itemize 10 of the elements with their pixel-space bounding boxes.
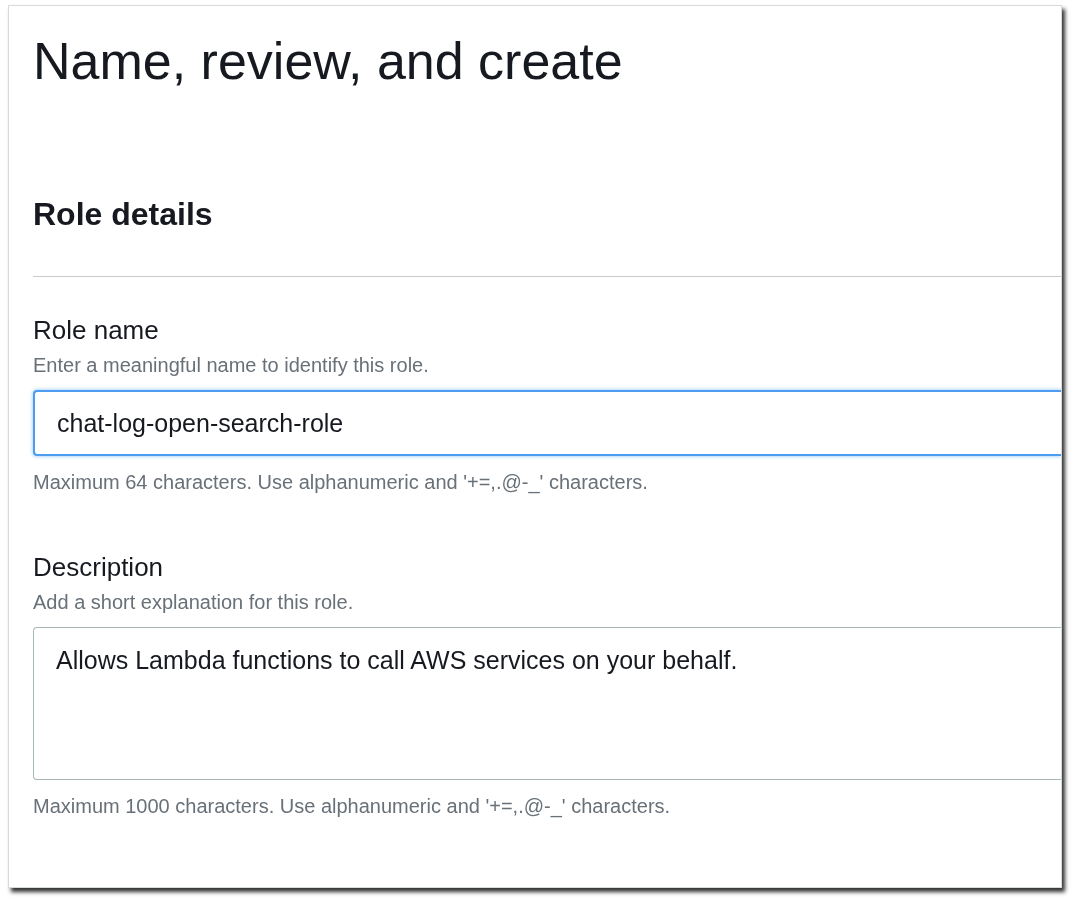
field-label: Role name: [33, 315, 160, 346]
text-input-field[interactable]: chat-log-open-search-role: [33, 390, 1061, 456]
section-title: Role details: [33, 195, 214, 234]
field-label: Description: [33, 552, 165, 583]
page-title: Name, review, and create: [33, 31, 624, 92]
field-hint: Add a short explanation for this role.: [33, 591, 355, 614]
field-constraint: Maximum 64 characters. Use alphanumeric and '+=,.@-_' characters.: [33, 471, 649, 494]
field-hint: Enter a meaningful name to identify this role.: [33, 354, 430, 377]
textarea-field[interactable]: Allows Lambda functions to call AWS services on your behalf.: [33, 627, 1061, 780]
field-constraint: Maximum 1000 characters. Use alphanumeric and '+=,.@-_' characters.: [33, 795, 672, 818]
